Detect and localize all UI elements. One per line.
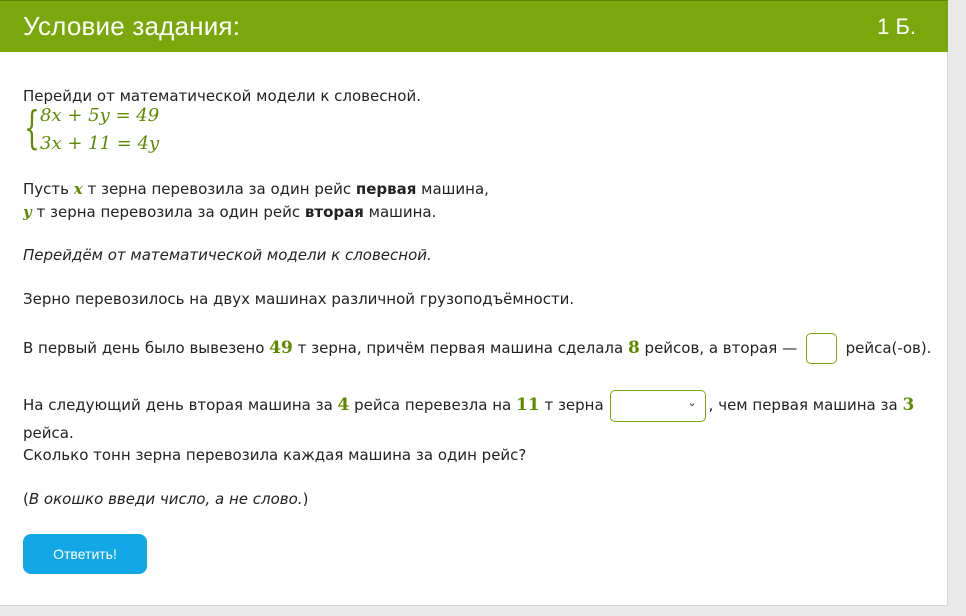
variable-x: x (73, 180, 83, 198)
let-line-1: Пусть x т зерна перевозила за один рейс … (23, 180, 489, 198)
equation-2: 3x + 11 = 4y (40, 133, 160, 154)
hint-text: (В окошко введи число, а не слово.) (23, 490, 309, 508)
trips-input[interactable] (805, 333, 837, 364)
day1-text: В первый день было вывезено 49 т зерна, … (23, 331, 931, 365)
equation-1: 8x + 5y = 49 (40, 105, 160, 126)
day2-text-line2: рейса. (23, 424, 74, 442)
question-text: Сколько тонн зерна перевозила каждая маш… (23, 446, 527, 464)
equation-system: { 8x + 5y = 49 3x + 11 = 4y (23, 103, 183, 159)
chevron-down-icon: ⌄ (687, 395, 697, 409)
task-card: Условие задания: 1 Б. Перейди от математ… (0, 0, 948, 606)
comparison-select[interactable]: ⌄ (609, 389, 706, 422)
variable-y: y (23, 203, 32, 221)
task-points: 1 Б. (877, 14, 916, 39)
transition-text: Перейдём от математической модели к слов… (23, 246, 432, 264)
task-header-title: Условие задания: (23, 11, 241, 41)
number-4: 4 (337, 395, 350, 415)
number-3: 3 (902, 395, 915, 415)
number-49: 49 (269, 338, 293, 358)
number-8: 8 (627, 338, 640, 358)
answer-button[interactable]: Ответить! (23, 534, 147, 574)
number-11: 11 (516, 395, 540, 415)
let-line-2: y т зерна перевозила за один рейс вторая… (23, 203, 437, 221)
system-brace: { (24, 101, 40, 154)
statement-text: Зерно перевозилось на двух машинах разли… (23, 290, 575, 308)
task-header: Условие задания: 1 Б. (0, 0, 948, 52)
day2-text: На следующий день вторая машина за 4 рей… (23, 388, 914, 422)
